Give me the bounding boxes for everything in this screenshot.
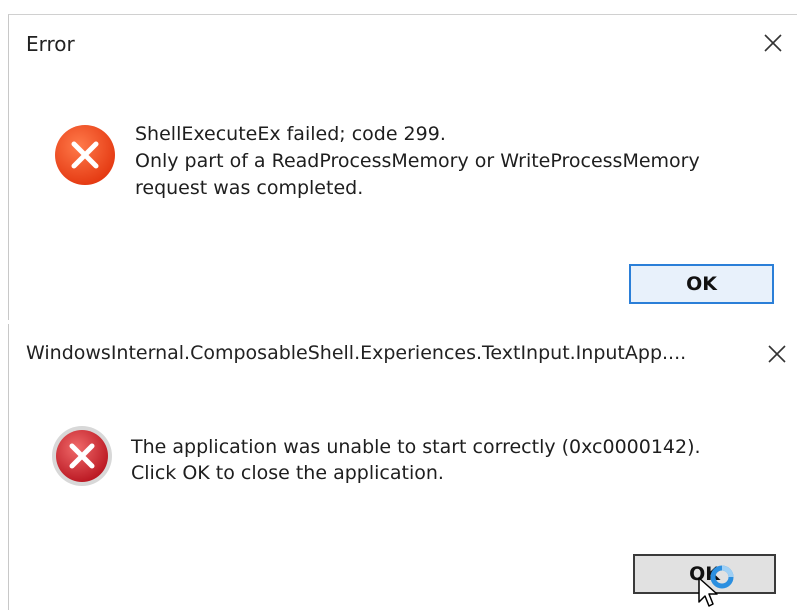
dialog-title: Error bbox=[26, 32, 75, 56]
message-line: The application was unable to start corr… bbox=[131, 436, 701, 458]
message-line: request was completed. bbox=[135, 177, 364, 199]
application-error-dialog: WindowsInternal.ComposableShell.Experien… bbox=[8, 324, 798, 610]
close-icon bbox=[764, 34, 782, 52]
error-dialog: Error ShellExecuteEx failed; code 299. O… bbox=[8, 14, 797, 320]
message-line: Click OK to close the application. bbox=[131, 462, 444, 484]
close-icon bbox=[768, 345, 786, 363]
error-x-icon bbox=[55, 125, 115, 185]
message-line: ShellExecuteEx failed; code 299. bbox=[135, 123, 446, 145]
error-x-icon bbox=[52, 426, 112, 486]
mouse-pointer-icon bbox=[698, 577, 718, 607]
ok-button[interactable]: OK bbox=[629, 264, 774, 304]
message-line: Only part of a ReadProcessMemory or Writ… bbox=[135, 150, 700, 172]
dialog-title: WindowsInternal.ComposableShell.Experien… bbox=[26, 342, 687, 364]
error-message: ShellExecuteEx failed; code 299. Only pa… bbox=[135, 121, 700, 202]
close-button[interactable] bbox=[759, 336, 795, 372]
error-message: The application was unable to start corr… bbox=[131, 434, 701, 486]
close-button[interactable] bbox=[755, 25, 791, 61]
